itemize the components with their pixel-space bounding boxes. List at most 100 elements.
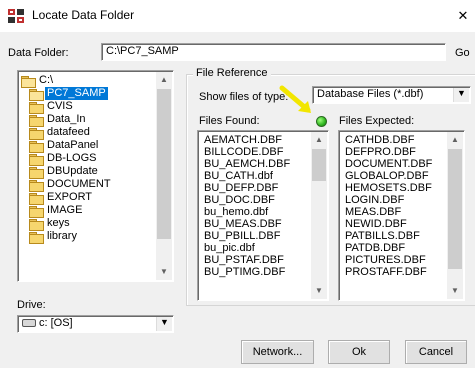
directory-tree[interactable]: C:\ PC7_SAMP CVIS Data_In datafeed DataPanel D… — [17, 70, 174, 282]
directory-item[interactable]: C:\ — [21, 74, 155, 88]
files-expected-list[interactable]: CATHDB.DBF DEFPRO.DBF DOCUMENT.DBF GLOBALOP… — [338, 130, 465, 301]
list-item[interactable]: MEAS.DBF — [341, 206, 446, 218]
directory-scrollbar[interactable]: ▲ ▼ — [156, 72, 172, 280]
list-item[interactable]: PROSTAFF.DBF — [341, 266, 446, 278]
list-item[interactable]: PATBILLS.DBF — [341, 230, 446, 242]
directory-item[interactable]: DOCUMENT — [21, 178, 155, 192]
list-item[interactable]: BU_AEMCH.DBF — [200, 158, 310, 170]
folder-icon — [29, 205, 44, 218]
network-button[interactable]: Network... — [241, 340, 314, 364]
drive-icon — [22, 319, 36, 328]
directory-item[interactable]: PC7_SAMP — [21, 87, 155, 101]
folder-icon — [29, 127, 44, 140]
folder-icon — [29, 192, 44, 205]
data-folder-label: Data Folder: — [8, 47, 69, 59]
list-item[interactable]: PATDB.DBF — [341, 242, 446, 254]
list-item[interactable]: BU_DEFP.DBF — [200, 182, 310, 194]
open-folder-icon — [21, 75, 36, 88]
files-found-list[interactable]: AEMATCH.DBF BILLCODE.DBF BU_AEMCH.DBF BU_CA… — [197, 130, 329, 301]
scroll-thumb[interactable] — [312, 149, 326, 181]
ok-button-label: Ok — [351, 346, 367, 358]
list-item[interactable]: LOGIN.DBF — [341, 194, 446, 206]
chevron-down-icon[interactable]: ▼ — [453, 88, 469, 102]
scroll-up-icon[interactable]: ▲ — [156, 72, 172, 88]
scroll-down-icon[interactable]: ▼ — [156, 264, 172, 280]
close-icon[interactable]: ✕ — [452, 5, 474, 27]
scroll-up-icon[interactable]: ▲ — [311, 132, 327, 148]
list-item[interactable]: BU_PBILL.DBF — [200, 230, 310, 242]
directory-item[interactable]: keys — [21, 217, 155, 231]
directory-item[interactable]: EXPORT — [21, 191, 155, 205]
list-item[interactable]: GLOBALOP.DBF — [341, 170, 446, 182]
data-folder-input[interactable]: C:\PC7_SAMP — [101, 43, 446, 61]
files-found-label: Files Found: — [199, 115, 260, 127]
go-button[interactable]: Go — [455, 47, 470, 59]
list-item[interactable]: BU_CATH.dbf — [200, 170, 310, 182]
drive-select[interactable]: c: [OS] ▼ — [17, 315, 174, 333]
folder-icon — [29, 166, 44, 179]
scroll-thumb[interactable] — [157, 89, 171, 239]
folder-icon — [29, 101, 44, 114]
ok-button[interactable]: Ok — [328, 340, 390, 364]
window-title: Locate Data Folder — [32, 8, 135, 22]
directory-item-label: DBUpdate — [47, 165, 98, 177]
list-item[interactable]: BU_MEAS.DBF — [200, 218, 310, 230]
list-item[interactable]: BU_PTIMG.DBF — [200, 266, 310, 278]
file-reference-title: File Reference — [193, 67, 271, 79]
folder-icon — [29, 140, 44, 153]
folder-icon — [29, 218, 44, 231]
directory-item-label: Data_In — [47, 113, 86, 125]
directory-item-label: keys — [47, 217, 70, 229]
list-item[interactable]: PICTURES.DBF — [341, 254, 446, 266]
status-indicator-icon — [316, 116, 327, 127]
folder-icon — [29, 231, 44, 244]
show-files-label: Show files of type: — [199, 91, 289, 103]
directory-item-label: IMAGE — [47, 204, 83, 216]
list-item[interactable]: AEMATCH.DBF — [200, 134, 310, 146]
list-item[interactable]: BU_DOC.DBF — [200, 194, 310, 206]
cancel-button-label: Cancel — [418, 346, 454, 358]
files-expected-scrollbar[interactable]: ▲ ▼ — [447, 132, 463, 299]
directory-item[interactable]: Data_In — [21, 113, 155, 127]
list-item[interactable]: BU_PSTAF.DBF — [200, 254, 310, 266]
list-item[interactable]: DEFPRO.DBF — [341, 146, 446, 158]
files-found-scrollbar[interactable]: ▲ ▼ — [311, 132, 327, 299]
directory-item[interactable]: library — [21, 230, 155, 244]
directory-item[interactable]: DB-LOGS — [21, 152, 155, 166]
folder-icon — [29, 114, 44, 127]
scroll-down-icon[interactable]: ▼ — [447, 283, 463, 299]
list-item[interactable]: NEWID.DBF — [341, 218, 446, 230]
chevron-down-icon[interactable]: ▼ — [156, 317, 172, 331]
scroll-down-icon[interactable]: ▼ — [311, 283, 327, 299]
files-expected-label: Files Expected: — [339, 115, 415, 127]
scroll-up-icon[interactable]: ▲ — [447, 132, 463, 148]
list-item[interactable]: HEMOSETS.DBF — [341, 182, 446, 194]
list-item[interactable]: bu_pic.dbf — [200, 242, 310, 254]
directory-item-label: DB-LOGS — [47, 152, 97, 164]
list-item[interactable]: CATHDB.DBF — [341, 134, 446, 146]
file-type-value: Database Files (*.dbf) — [317, 88, 424, 100]
cancel-button[interactable]: Cancel — [405, 340, 467, 364]
directory-item-label: PC7_SAMP — [45, 87, 108, 100]
directory-item[interactable]: CVIS — [21, 100, 155, 114]
directory-item[interactable]: datafeed — [21, 126, 155, 140]
folder-icon — [29, 153, 44, 166]
directory-item-label: DOCUMENT — [47, 178, 111, 190]
scroll-thumb[interactable] — [448, 149, 462, 269]
directory-item-label: DataPanel — [47, 139, 99, 151]
directory-item-label: CVIS — [47, 100, 73, 112]
app-logo-icon — [8, 9, 24, 23]
directory-item[interactable]: DataPanel — [21, 139, 155, 153]
directory-item-label: datafeed — [47, 126, 90, 138]
open-folder-icon — [29, 88, 44, 101]
directory-item[interactable]: IMAGE — [21, 204, 155, 218]
list-item[interactable]: BILLCODE.DBF — [200, 146, 310, 158]
drive-label: Drive: — [17, 299, 46, 311]
list-item[interactable]: DOCUMENT.DBF — [341, 158, 446, 170]
annotation-arrow-icon — [279, 85, 311, 113]
directory-item[interactable]: DBUpdate — [21, 165, 155, 179]
list-item[interactable]: bu_hemo.dbf — [200, 206, 310, 218]
network-button-label: Network... — [252, 346, 303, 358]
file-type-select[interactable]: Database Files (*.dbf) ▼ — [312, 86, 471, 104]
directory-item-label: EXPORT — [47, 191, 93, 203]
